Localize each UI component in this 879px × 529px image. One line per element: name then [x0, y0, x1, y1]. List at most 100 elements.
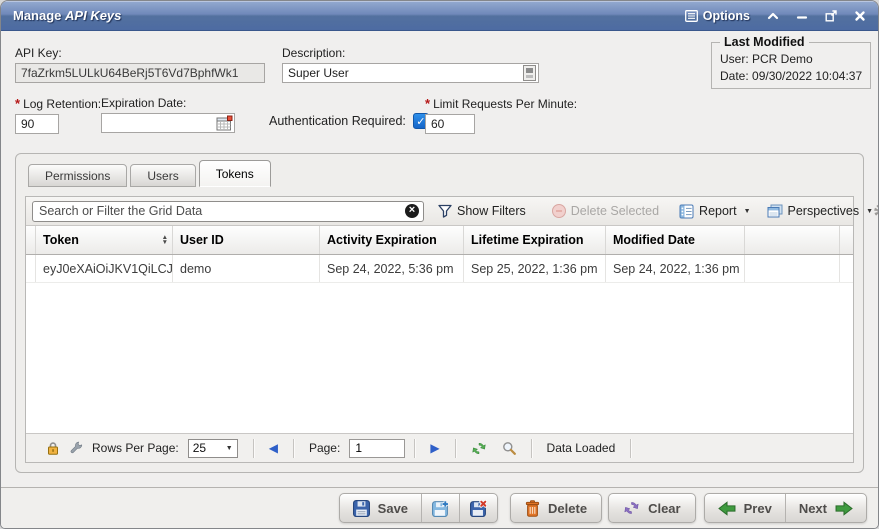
prev-button[interactable]: Prev — [705, 494, 785, 522]
tab-users[interactable]: Users — [130, 164, 195, 187]
refresh-icon[interactable] — [471, 441, 487, 456]
cell-lifetime-expiration[interactable]: Sep 25, 2022, 1:36 pm — [464, 255, 606, 282]
sort-icon[interactable]: ▲▼ — [162, 235, 168, 246]
column-header-modified-date[interactable]: Modified Date — [606, 226, 745, 254]
delete-button[interactable]: Delete — [510, 493, 602, 523]
column-header-token[interactable]: Token ▲▼ — [36, 226, 173, 254]
search-clear-icon[interactable]: × — [405, 204, 419, 218]
api-key-label: API Key: — [15, 46, 265, 60]
options-label: Options — [703, 9, 750, 23]
column-header-activity-expiration[interactable]: Activity Expiration — [320, 226, 464, 254]
last-modified-date: Date: 09/30/2022 10:04:37 — [720, 69, 862, 83]
limit-requests-label: Limit Requests Per Minute: — [433, 97, 577, 111]
cell-activity-expiration[interactable]: Sep 24, 2022, 5:36 pm — [320, 255, 464, 282]
footer-separator — [293, 439, 294, 458]
magnifier-icon[interactable] — [502, 441, 516, 455]
cell-token[interactable]: eyJ0eXAiOiJKV1QiLCJ... — [36, 255, 173, 282]
save-floppy-icon — [353, 500, 370, 517]
column-header-lifetime-expiration[interactable]: Lifetime Expiration — [464, 226, 606, 254]
grid-body — [26, 283, 853, 433]
grid-toolbar: × Show Filters Delete Selected — [26, 197, 853, 226]
tab-permissions[interactable]: Permissions — [28, 164, 127, 187]
page-label: Page: — [309, 441, 340, 455]
description-field: Description: — [282, 46, 539, 83]
collapse-icon[interactable] — [767, 11, 779, 20]
perspectives-icon — [767, 204, 783, 218]
row-handle-column — [26, 226, 36, 254]
clear-button[interactable]: Clear — [608, 493, 696, 523]
cell-user-id[interactable]: demo — [173, 255, 320, 282]
filter-funnel-icon — [438, 204, 452, 218]
minus-circle-icon — [552, 204, 566, 218]
chevron-down-icon: ▼ — [866, 208, 873, 215]
required-marker: * — [425, 96, 430, 111]
save-button[interactable]: Save — [340, 494, 421, 522]
next-button[interactable]: Next — [785, 494, 866, 522]
auth-required-field: Authentication Required: ✓ — [269, 113, 429, 129]
show-filters-button[interactable]: Show Filters — [438, 204, 526, 218]
limit-requests-field: *Limit Requests Per Minute: — [425, 96, 625, 134]
log-retention-input[interactable] — [15, 114, 59, 134]
column-header-user-id[interactable]: User ID — [173, 226, 320, 254]
next-arrow-icon — [835, 501, 853, 516]
expiration-date-input[interactable] — [101, 113, 235, 133]
auth-required-label: Authentication Required: — [269, 114, 406, 128]
scrollbar-strip — [840, 226, 853, 254]
api-key-field: API Key: — [15, 46, 265, 83]
scrollbar-strip — [840, 255, 853, 282]
description-label: Description: — [282, 46, 539, 60]
gear-icon — [873, 203, 879, 219]
expiration-date-field: Expiration Date: — [101, 96, 235, 133]
tab-tokens[interactable]: Tokens — [199, 160, 271, 187]
grid-footer: Rows Per Page: 25 ▼ ◀ Page: ▶ — [26, 433, 853, 462]
tab-strip: Permissions Users Tokens — [28, 160, 271, 187]
calendar-icon[interactable] — [216, 115, 233, 131]
table-row[interactable]: eyJ0eXAiOiJKV1QiLCJ... demo Sep 24, 2022… — [26, 255, 853, 283]
footer-separator — [253, 439, 254, 458]
expand-editor-icon[interactable] — [523, 65, 536, 81]
lock-icon[interactable] — [46, 441, 60, 455]
grid-settings-button[interactable] — [873, 203, 879, 219]
grid-search-input[interactable] — [32, 201, 424, 222]
prev-next-group: Prev Next — [704, 493, 867, 523]
grid-header-row: Token ▲▼ User ID Activity Expiration Lif… — [26, 226, 853, 255]
close-icon[interactable] — [854, 10, 866, 22]
dialog-body: API Key: Description: Last Modified User… — [1, 32, 878, 528]
footer-separator — [455, 439, 456, 458]
minimize-icon[interactable] — [796, 10, 808, 22]
delete-selected-button[interactable]: Delete Selected — [552, 204, 659, 218]
limit-requests-input[interactable] — [425, 114, 475, 134]
footer-separator — [531, 439, 532, 458]
action-bar: Save Delete — [1, 487, 878, 528]
footer-separator — [630, 439, 631, 458]
cell-modified-date[interactable]: Sep 24, 2022, 1:36 pm — [606, 255, 745, 282]
window-title: Manage API Keys — [13, 8, 121, 23]
tokens-grid: × Show Filters Delete Selected — [25, 196, 854, 463]
options-list-icon — [685, 10, 698, 22]
perspectives-dropdown[interactable]: Perspectives ▼ — [767, 204, 874, 218]
options-button[interactable]: Options — [685, 9, 750, 23]
next-page-icon[interactable]: ▶ — [430, 441, 439, 455]
clear-refresh-icon — [623, 500, 640, 516]
wrench-icon[interactable] — [69, 441, 83, 455]
prev-arrow-icon — [718, 501, 736, 516]
save-and-new-button[interactable] — [421, 494, 459, 522]
save-and-close-button[interactable] — [459, 494, 497, 522]
rows-per-page-select[interactable]: 25 ▼ — [188, 439, 238, 458]
column-header-empty — [745, 226, 840, 254]
popout-icon[interactable] — [825, 10, 837, 22]
manage-api-keys-dialog: Manage API Keys Options — [0, 0, 879, 529]
chevron-down-icon: ▼ — [226, 445, 233, 452]
prev-page-icon[interactable]: ◀ — [269, 441, 278, 455]
report-dropdown[interactable]: Report ▼ — [679, 204, 750, 219]
page-input[interactable] — [349, 439, 405, 458]
tab-panel: Permissions Users Tokens × Show — [15, 153, 864, 473]
required-marker: * — [15, 96, 20, 111]
save-close-floppy-icon — [470, 500, 487, 517]
report-icon — [679, 204, 694, 219]
save-button-group: Save — [339, 493, 498, 523]
api-key-input[interactable] — [15, 63, 265, 83]
trash-icon — [525, 500, 540, 517]
description-input[interactable] — [282, 63, 539, 83]
title-bar: Manage API Keys Options — [1, 1, 878, 31]
